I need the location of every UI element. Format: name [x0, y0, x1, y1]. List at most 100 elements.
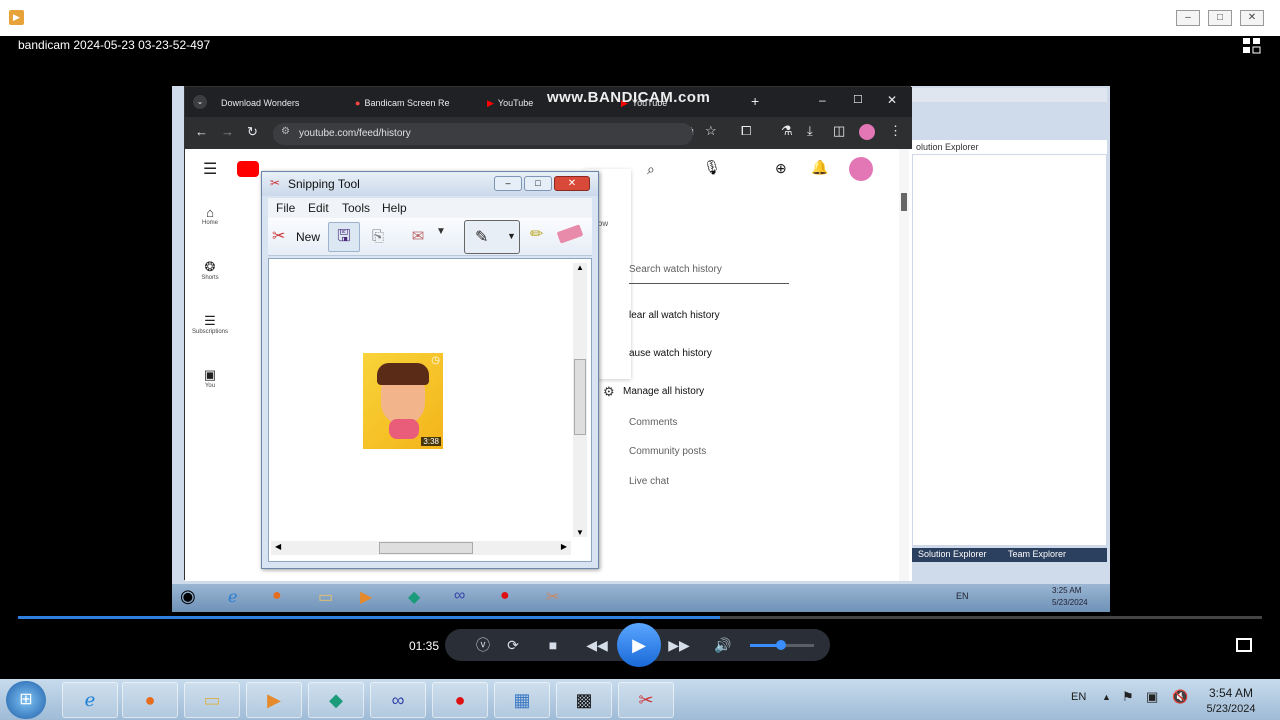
search-history-input[interactable]: Search watch history [629, 259, 789, 284]
horizontal-scroll-thumb[interactable] [379, 542, 473, 554]
pen-dropdown-arrow-icon[interactable]: ▼ [507, 231, 516, 241]
forward-icon[interactable]: → [221, 124, 234, 139]
close-button[interactable]: ✕ [1240, 10, 1264, 26]
scroll-down-icon[interactable]: ▼ [576, 528, 584, 537]
youtube-logo[interactable] [237, 161, 259, 177]
copy-button[interactable]: ⎘ [366, 224, 390, 250]
bandicam-record-icon[interactable]: ● [500, 587, 510, 605]
snip-maximize-button[interactable]: □ [524, 176, 552, 191]
pause-watch-history-button[interactable]: ause watch history [629, 348, 712, 359]
repeat-icon[interactable]: ⟳ [500, 629, 526, 661]
hamburger-menu-icon[interactable]: ☰ [203, 159, 217, 179]
search-icon[interactable]: ⌕ [647, 161, 655, 178]
taskbar-network-app[interactable]: ▦ [494, 682, 550, 718]
menu-tools[interactable]: Tools [342, 201, 370, 215]
send-snip-button[interactable]: ✉ [404, 224, 432, 250]
voice-search-icon[interactable]: 🎙 [699, 159, 725, 181]
play-button[interactable]: ▶ [617, 623, 661, 667]
horizontal-scrollbar[interactable]: ◀ ▶ [271, 541, 571, 555]
scrollbar-thumb[interactable] [901, 193, 907, 211]
download-icon[interactable]: ⤓ [807, 123, 813, 139]
tab-search-button[interactable]: ⌄ [193, 95, 207, 109]
new-tab-button[interactable]: + [751, 93, 759, 109]
folder-icon[interactable]: ▭ [318, 587, 333, 607]
stop-icon[interactable]: ■ [540, 629, 566, 661]
volume-muted-icon[interactable]: 🔇 [1172, 689, 1188, 705]
profile-avatar[interactable] [859, 124, 875, 140]
menu-file[interactable]: File [276, 201, 295, 215]
taskbar-video-editor[interactable]: ▩ [556, 682, 612, 718]
scroll-up-icon[interactable]: ▲ [576, 263, 584, 272]
new-snip-button[interactable]: ✂ New [272, 224, 324, 250]
chrome-menu-icon[interactable]: ⋮ [889, 123, 902, 139]
tab-download-wondershare[interactable]: Download Wonders [221, 92, 339, 114]
filmora-icon[interactable]: ◆ [408, 587, 420, 607]
taskbar-visual-studio[interactable]: ∞ [370, 682, 426, 718]
page-scrollbar[interactable] [899, 149, 909, 581]
live-chat-link[interactable]: Live chat [629, 476, 669, 487]
account-avatar[interactable] [849, 157, 873, 181]
menu-help[interactable]: Help [382, 201, 407, 215]
reload-icon[interactable]: ↻ [247, 124, 258, 140]
site-info-icon[interactable]: ⚙ [281, 126, 290, 137]
vertical-scroll-thumb[interactable] [574, 359, 586, 435]
start-orb-icon[interactable]: ◉ [180, 586, 196, 607]
manage-all-history-button[interactable]: Manage all history [623, 386, 704, 397]
comments-link[interactable]: Comments [629, 417, 677, 428]
eraser-icon[interactable] [556, 224, 584, 244]
start-button[interactable]: ⊞ [6, 681, 46, 719]
chrome-close-button[interactable]: ✕ [887, 93, 897, 107]
taskbar-bandicam[interactable]: ● [432, 682, 488, 718]
menu-edit[interactable]: Edit [308, 201, 329, 215]
address-bar[interactable]: youtube.com/feed/history [273, 123, 693, 145]
snip-minimize-button[interactable]: – [494, 176, 522, 191]
media-player-icon[interactable]: ▶ [360, 587, 372, 607]
scroll-left-icon[interactable]: ◀ [275, 542, 281, 551]
taskbar-firefox[interactable]: ● [122, 682, 178, 718]
minimize-button[interactable]: – [1176, 10, 1200, 26]
flag-icon[interactable]: ⚑ [1122, 689, 1134, 705]
sidebar-item-home[interactable]: ⌂ Home [185, 205, 235, 226]
network-icon[interactable]: ▣ [1146, 689, 1158, 705]
back-icon[interactable]: ← [195, 124, 208, 139]
tab-team-explorer[interactable]: Team Explorer [1008, 549, 1066, 559]
extensions-icon[interactable]: ⧠ [741, 123, 751, 139]
volume-icon[interactable]: 🔊 [710, 629, 736, 661]
rewind-icon[interactable]: ◀◀ [584, 629, 610, 661]
clock-date[interactable]: 5/23/2024 [1203, 703, 1259, 715]
taskbar-media-player[interactable]: ▶ [246, 682, 302, 718]
volume-knob[interactable] [776, 640, 786, 650]
side-panel-icon[interactable]: ◫ [833, 123, 845, 139]
sidebar-item-shorts[interactable]: ❂ Shorts [185, 259, 235, 281]
notifications-bell-icon[interactable]: 🔔 [811, 159, 828, 176]
taskbar-filmora[interactable]: ◆ [308, 682, 364, 718]
vertical-scrollbar[interactable]: ▲ ▼ [573, 263, 587, 537]
tab-solution-explorer[interactable]: Solution Explorer [918, 549, 987, 559]
send-dropdown-arrow-icon[interactable]: ▼ [436, 226, 446, 237]
visual-studio-icon[interactable]: ∞ [454, 587, 465, 605]
taskbar-internet-explorer[interactable]: ℯ [62, 682, 118, 718]
scroll-right-icon[interactable]: ▶ [561, 542, 567, 551]
taskbar-file-explorer[interactable]: ▭ [184, 682, 240, 718]
fullscreen-icon[interactable] [1236, 638, 1252, 652]
sidebar-item-subscriptions[interactable]: ☰ Subscriptions [185, 313, 235, 335]
maximize-button[interactable]: □ [1208, 10, 1232, 26]
bookmark-star-icon[interactable]: ☆ [705, 123, 717, 139]
ie-icon[interactable]: ℯ [228, 587, 237, 607]
taskbar-snipping-tool[interactable]: ✂ [618, 682, 674, 718]
pen-tool-button[interactable]: ✎ ▼ [464, 220, 520, 254]
create-icon[interactable]: ⊕ [775, 160, 787, 177]
chrome-maximize-button[interactable]: ☐ [853, 93, 863, 106]
layout-grid-icon[interactable] [1243, 38, 1261, 54]
vr-mode-icon[interactable]: ⓥ [470, 629, 496, 661]
snip-close-button[interactable]: ✕ [554, 176, 590, 191]
language-indicator[interactable]: EN [1071, 691, 1086, 703]
firefox-icon[interactable]: ● [272, 587, 282, 605]
snipping-tool-taskbar-icon[interactable]: ✂ [546, 587, 559, 607]
labs-icon[interactable]: ⚗ [781, 123, 793, 139]
chrome-minimize-button[interactable]: – [819, 93, 826, 107]
save-snip-button[interactable]: 🖫 [328, 222, 360, 252]
clock-time[interactable]: 3:54 AM [1203, 686, 1259, 700]
highlighter-icon[interactable]: ✏ [530, 224, 543, 244]
clear-watch-history-button[interactable]: lear all watch history [629, 310, 720, 321]
